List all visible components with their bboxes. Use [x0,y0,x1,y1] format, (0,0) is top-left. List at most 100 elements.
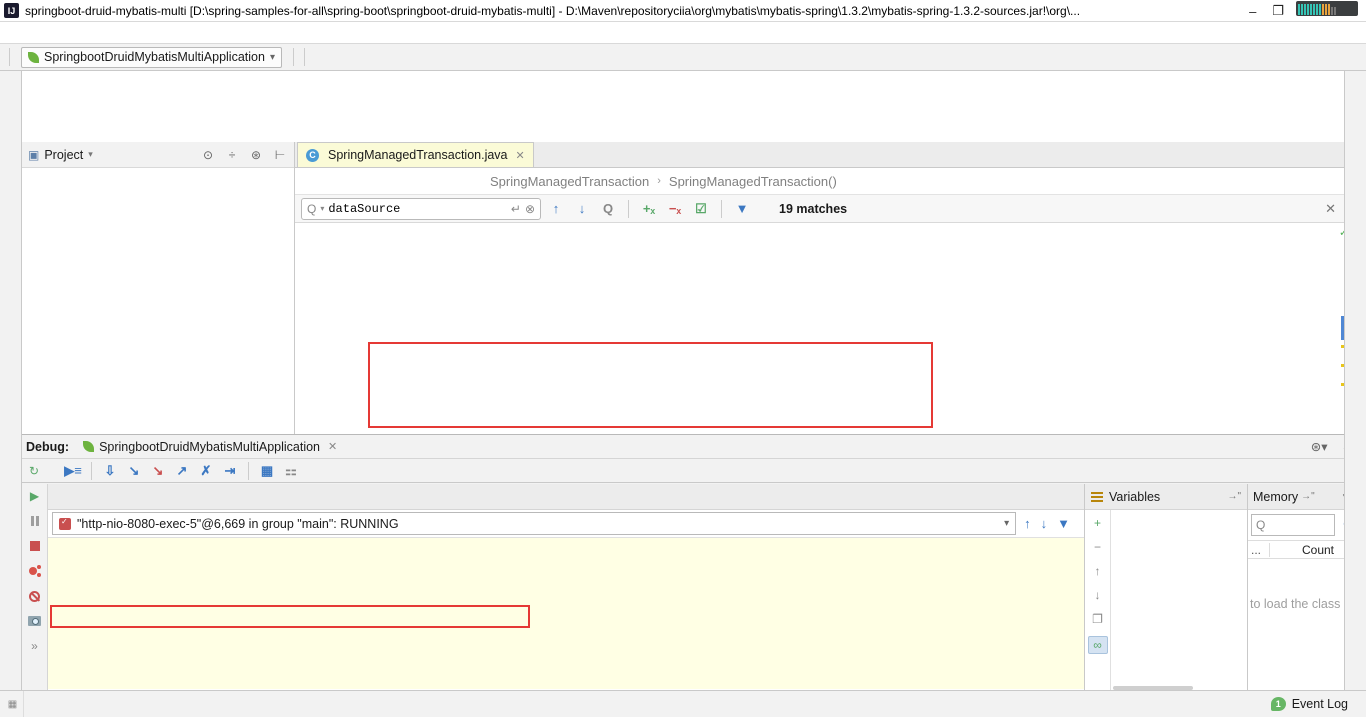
editor-breadcrumb: SpringManagedTransaction › SpringManaged… [295,168,1348,195]
event-log-button[interactable]: 1 Event Log [1271,697,1366,711]
resume-icon[interactable]: ▶ [27,488,43,504]
restore-button[interactable]: ❐ [1272,3,1284,19]
editor-tab-label: SpringManagedTransaction.java [328,148,508,162]
status-bar: ▦ 1 Event Log [0,690,1366,717]
debug-label: Debug: [26,440,69,454]
memory-col-dots[interactable]: ... [1248,543,1270,557]
spring-boot-icon [28,52,39,63]
run-to-cursor-icon[interactable]: ⇥ [219,461,241,481]
notification-badge: 1 [1271,697,1286,711]
left-tool-strip [0,71,22,690]
main-toolbar: SpringbootDruidMybatisMultiApplication ▾ [0,44,1366,71]
force-step-into-icon[interactable]: ↘ [147,461,169,481]
memory-title: Memory [1253,490,1298,504]
chevron-down-icon: ▾ [270,52,275,63]
step-out-icon[interactable]: ↗ [171,461,193,481]
view-breakpoints-icon[interactable] [27,563,43,579]
debug-session-tab[interactable]: SpringbootDruidMybatisMultiApplication ✕ [77,438,343,456]
find-all-icon[interactable]: Q [597,199,619,219]
frames-pane: "http-nio-8080-exec-5"@6,669 in group "m… [48,484,1085,691]
tool-window-switcher-icon[interactable]: ▦ [2,691,24,717]
select-all-occurrences-icon[interactable]: ☑ [690,199,712,219]
ide-window: IJ springboot-druid-mybatis-multi [D:\sp… [0,0,1366,717]
editor-tab-bar: C SpringManagedTransaction.java ✕ [295,142,1348,168]
hide-panel-icon[interactable]: ⊢ [272,147,288,163]
mute-breakpoints-icon[interactable] [27,588,43,604]
drop-frame-icon[interactable]: ✗ [195,461,217,481]
annotation-red-box [50,605,530,628]
more-icon[interactable]: » [27,638,43,654]
pause-icon[interactable] [27,513,43,529]
breadcrumb-class[interactable]: SpringManagedTransaction [490,174,649,189]
run-configuration-label: SpringbootDruidMybatisMultiApplication [44,50,265,64]
chevron-down-icon: ▾ [1004,518,1009,529]
project-tree [22,168,294,172]
locate-file-icon[interactable]: ⊙ [200,147,216,163]
settings-gear-icon[interactable]: ⊛ [248,147,264,163]
annotation-red-box [368,342,933,428]
variables-pane: Variables →" + − ↑ ↓ ❐ ∞ [1085,484,1248,691]
layout-settings-icon[interactable]: ⚏ [280,461,302,481]
next-frame-icon[interactable]: ↓ [1041,516,1048,531]
editor-tab[interactable]: C SpringManagedTransaction.java ✕ [297,142,534,167]
close-session-icon[interactable]: ✕ [328,440,337,453]
clear-search-icon[interactable]: ⊗ [525,202,535,216]
float-pane-icon[interactable]: →" [1227,491,1241,502]
chevron-right-icon: › [657,175,661,187]
event-log-label: Event Log [1292,697,1348,711]
remove-selection-icon[interactable]: −ₓ [664,199,686,219]
chevron-down-icon[interactable]: ▾ [88,149,93,160]
step-over-icon[interactable]: ⇩ [99,461,121,481]
run-configuration-select[interactable]: SpringbootDruidMybatisMultiApplication ▾ [21,47,282,68]
collapse-all-icon[interactable]: ÷ [224,147,240,163]
memory-search-field[interactable]: Q [1251,514,1335,536]
class-icon: C [306,149,319,162]
remove-watch-icon[interactable]: − [1094,540,1101,554]
chevron-down-icon[interactable]: ▾ [320,204,324,213]
debug-side-toolbar: ▶ » [22,484,48,691]
menu-bar [0,22,1366,44]
breadcrumb-method[interactable]: SpringManagedTransaction() [669,174,837,189]
thread-select[interactable]: "http-nio-8080-exec-5"@6,669 in group "m… [52,512,1016,535]
project-pane-title: Project [44,148,83,162]
app-logo-icon: IJ [4,3,19,18]
duplicate-icon[interactable]: ❐ [1092,612,1103,626]
float-pane-icon[interactable]: →" [1301,491,1315,502]
search-icon: Q [307,202,316,216]
add-watch-icon[interactable]: + [1094,516,1101,530]
prev-frame-icon[interactable]: ↑ [1024,516,1031,531]
add-selection-icon[interactable]: +ₓ [638,199,660,219]
debug-session-label: SpringbootDruidMybatisMultiApplication [99,440,320,454]
next-occurrence-icon[interactable]: ↓ [571,199,593,219]
show-watches-icon[interactable]: ∞ [1088,636,1108,654]
rerun-icon[interactable]: ↻ [26,463,42,479]
filter-icon[interactable]: ▼ [731,199,753,219]
close-search-icon[interactable]: ✕ [1325,201,1342,217]
step-into-icon[interactable]: ↘ [123,461,145,481]
prev-occurrence-icon[interactable]: ↑ [545,199,567,219]
variables-title: Variables [1109,490,1160,504]
hide-frames-filter-icon[interactable]: ▼ [1057,516,1070,531]
search-icon: Q [1256,518,1265,532]
newline-icon[interactable]: ↵ [511,202,521,216]
thread-icon [59,518,71,530]
window-title: springboot-druid-mybatis-multi [D:\sprin… [25,4,1080,18]
thread-dump-icon[interactable] [27,613,43,629]
project-pane-icon: ▣ [28,148,39,162]
spring-boot-icon [83,441,94,452]
search-field[interactable]: Q ▾ ↵ ⊗ [301,198,541,220]
show-execution-point-icon[interactable]: ▶≡ [62,461,84,481]
right-tool-strip [1344,71,1366,690]
search-input[interactable] [328,202,507,216]
variables-toolbar: + − ↑ ↓ ❐ ∞ [1085,510,1111,691]
minimize-button[interactable]: – [1249,4,1256,19]
settings-gear-icon[interactable]: ⊛▾ [1311,439,1328,454]
stop-icon[interactable] [27,538,43,554]
close-tab-icon[interactable]: ✕ [516,149,525,162]
title-bar: IJ springboot-druid-mybatis-multi [D:\sp… [0,0,1366,22]
match-count: 19 matches [779,202,847,216]
move-down-icon[interactable]: ↓ [1095,588,1101,602]
move-up-icon[interactable]: ↑ [1095,564,1101,578]
evaluate-expression-icon[interactable]: ▦ [256,461,278,481]
variables-icon [1091,492,1103,502]
